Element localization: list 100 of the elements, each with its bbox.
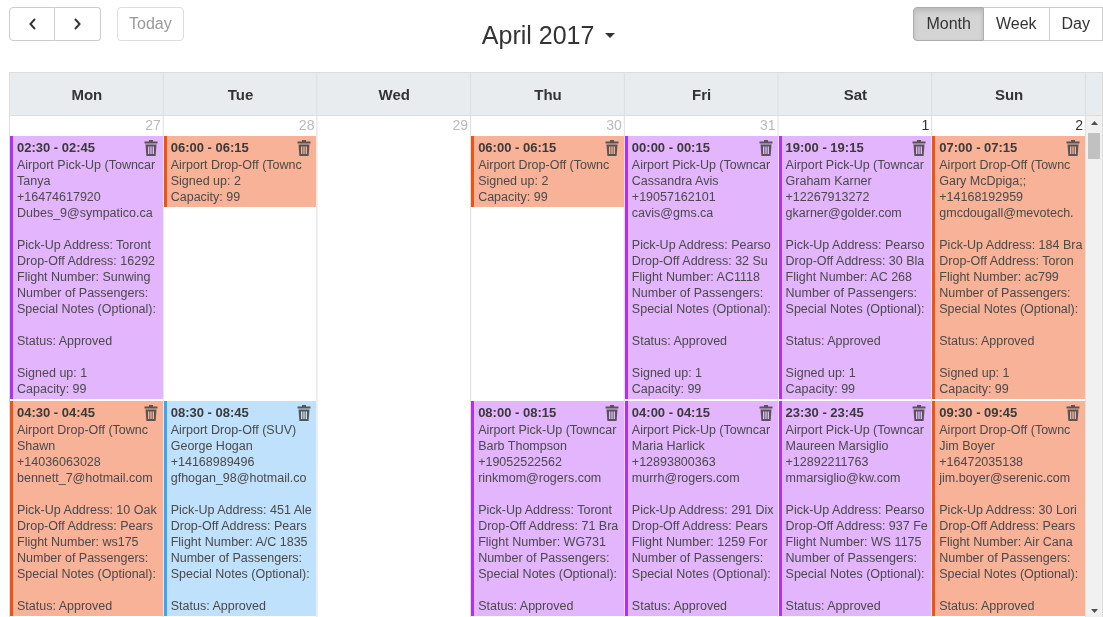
trash-icon[interactable]: [297, 139, 312, 156]
event-detail: Drop-Off Address: Pears: [170, 518, 308, 534]
event-time: 07:00 - 07:15: [939, 139, 1018, 156]
chevron-left-icon: [28, 18, 36, 30]
weekday-header: Mon: [70, 84, 104, 105]
trash-icon[interactable]: [143, 404, 158, 421]
view-button[interactable]: Week: [983, 7, 1050, 41]
day-number: 28: [298, 117, 315, 134]
event-detail: Capacity: 99: [785, 381, 857, 397]
event-time: 06:00 - 06:15: [170, 139, 249, 156]
event-detail: Drop-Off Address: 71 Bra: [478, 518, 620, 534]
arrow-up-icon[interactable]: [1090, 121, 1098, 125]
event-card[interactable]: [778, 401, 932, 616]
day-number: 2: [1075, 117, 1083, 134]
event-detail: mmarsiglio@kw.com: [785, 470, 902, 486]
event-detail: Drop-Off Address: 16292: [17, 253, 157, 269]
event-detail: +12893800363: [631, 454, 717, 470]
weekday-header: Sun: [993, 84, 1025, 105]
event-detail: Airport Pick-Up (Towncar: [17, 157, 157, 173]
event-card[interactable]: 06:00 - 06:15 Airport Drop-Off (Townc Signed up: 2 Capacity: 99: [471, 136, 624, 207]
trash-icon[interactable]: [297, 404, 312, 421]
event-detail: Airport Pick-Up (Towncar: [478, 422, 618, 438]
event-detail: Dubes_9@sympatico.ca: [17, 205, 154, 221]
event-detail: Cassandra Avis: [631, 173, 720, 189]
event-detail: Status: Approved: [939, 333, 1036, 349]
month-dropdown[interactable]: April 2017: [479, 18, 618, 52]
trash-icon[interactable]: [912, 139, 927, 156]
event-detail: Capacity: 99: [170, 189, 242, 205]
event-card[interactable]: [471, 401, 624, 616]
event-detail: Number of Passengers:: [478, 550, 611, 566]
event-detail: gmcdougall@mevotech.: [939, 205, 1075, 221]
event-card[interactable]: [932, 136, 1085, 399]
event-detail: +14036063028: [17, 454, 102, 470]
event-detail: Airport Pick-Up (Towncar: [631, 157, 772, 173]
event-detail: Capacity: 99: [478, 189, 549, 205]
view-button[interactable]: Month: [913, 7, 984, 41]
scrollbar-thumb[interactable]: [1088, 133, 1100, 159]
event-detail: Signed up: 2: [478, 173, 550, 189]
trash-icon[interactable]: [1066, 139, 1080, 156]
event-detail: +14168192959: [939, 189, 1025, 205]
event-time: 04:30 - 04:45: [17, 404, 96, 421]
event-detail: Status: Approved: [17, 333, 114, 349]
event-detail: Number of Passengers:: [17, 285, 150, 301]
event-card[interactable]: [163, 401, 317, 616]
event-detail: George Hogan: [170, 438, 254, 454]
caret-icon: [605, 32, 616, 38]
event-detail: Capacity: 99: [631, 381, 703, 397]
event-detail: +19052522562: [478, 454, 563, 470]
scrollbar[interactable]: [1086, 116, 1102, 617]
event-time: 04:00 - 04:15: [631, 404, 710, 421]
event-detail: murrh@rogers.com: [631, 470, 741, 486]
trash-icon[interactable]: [604, 139, 619, 156]
event-card[interactable]: [624, 401, 778, 616]
trash-icon[interactable]: [604, 404, 619, 421]
event-time: 06:00 - 06:15: [478, 139, 557, 156]
event-detail: Pick-Up Address: 10 Oak: [17, 502, 158, 518]
event-time: 00:00 - 00:15: [631, 139, 710, 156]
event-detail: Barb Thompson: [478, 438, 568, 454]
event-detail: Special Notes (Optional):: [631, 566, 772, 582]
event-card[interactable]: [932, 401, 1085, 616]
event-card[interactable]: [778, 136, 932, 399]
event-detail: Pick-Up Address: Toront: [478, 502, 613, 518]
event-detail: Special Notes (Optional):: [17, 566, 157, 582]
event-detail: Drop-Off Address: Toron: [939, 253, 1075, 269]
arrow-down-icon[interactable]: [1090, 609, 1098, 613]
event-card[interactable]: [10, 401, 163, 616]
event-time: 08:30 - 08:45: [170, 404, 249, 421]
trash-icon[interactable]: [758, 404, 773, 421]
event-detail: Status: Approved: [785, 598, 882, 614]
trash-icon[interactable]: [143, 139, 158, 156]
event-card[interactable]: [10, 136, 163, 399]
event-card[interactable]: [624, 136, 778, 399]
event-card[interactable]: 06:00 - 06:15 Airport Drop-Off (Townc Signed up: 2 Capacity: 99: [163, 136, 317, 207]
event-detail: Special Notes (Optional):: [939, 301, 1080, 317]
event-time: 23:30 - 23:45: [785, 404, 864, 421]
event-detail: Pick-Up Address: 184 Bra: [939, 237, 1084, 253]
trash-icon[interactable]: [1066, 404, 1080, 421]
event-detail: jim.boyer@serenic.com: [939, 470, 1072, 486]
event-detail: Special Notes (Optional):: [631, 301, 772, 317]
trash-icon[interactable]: [912, 404, 927, 421]
event-detail: Status: Approved: [17, 598, 114, 614]
event-detail: +19057162101: [631, 189, 717, 205]
trash-icon[interactable]: [758, 139, 773, 156]
event-time: 09:30 - 09:45: [939, 404, 1018, 421]
event-detail: Pick-Up Address: 451 Ale: [170, 502, 313, 518]
view-button[interactable]: Day: [1049, 7, 1103, 41]
event-detail: Flight Number: Air Cana: [939, 534, 1074, 550]
event-detail: Airport Pick-Up (Towncar: [785, 422, 925, 438]
event-detail: Status: Approved: [939, 598, 1036, 614]
event-detail: Tanya: [17, 173, 52, 189]
event-detail: +16474617920: [17, 189, 102, 205]
event-detail: Pick-Up Address: 291 Dix: [631, 502, 775, 518]
event-detail: Number of Passengers:: [170, 550, 303, 566]
day-number: 30: [606, 117, 622, 134]
event-detail: Graham Karner: [785, 173, 873, 189]
event-detail: Flight Number: 1259 For: [631, 534, 769, 550]
event-detail: Signed up: 2: [170, 173, 242, 189]
event-detail: Signed up: 1: [785, 365, 857, 381]
event-detail: Flight Number: ac799: [939, 269, 1060, 285]
event-detail: Drop-Off Address: Pears: [17, 518, 154, 534]
